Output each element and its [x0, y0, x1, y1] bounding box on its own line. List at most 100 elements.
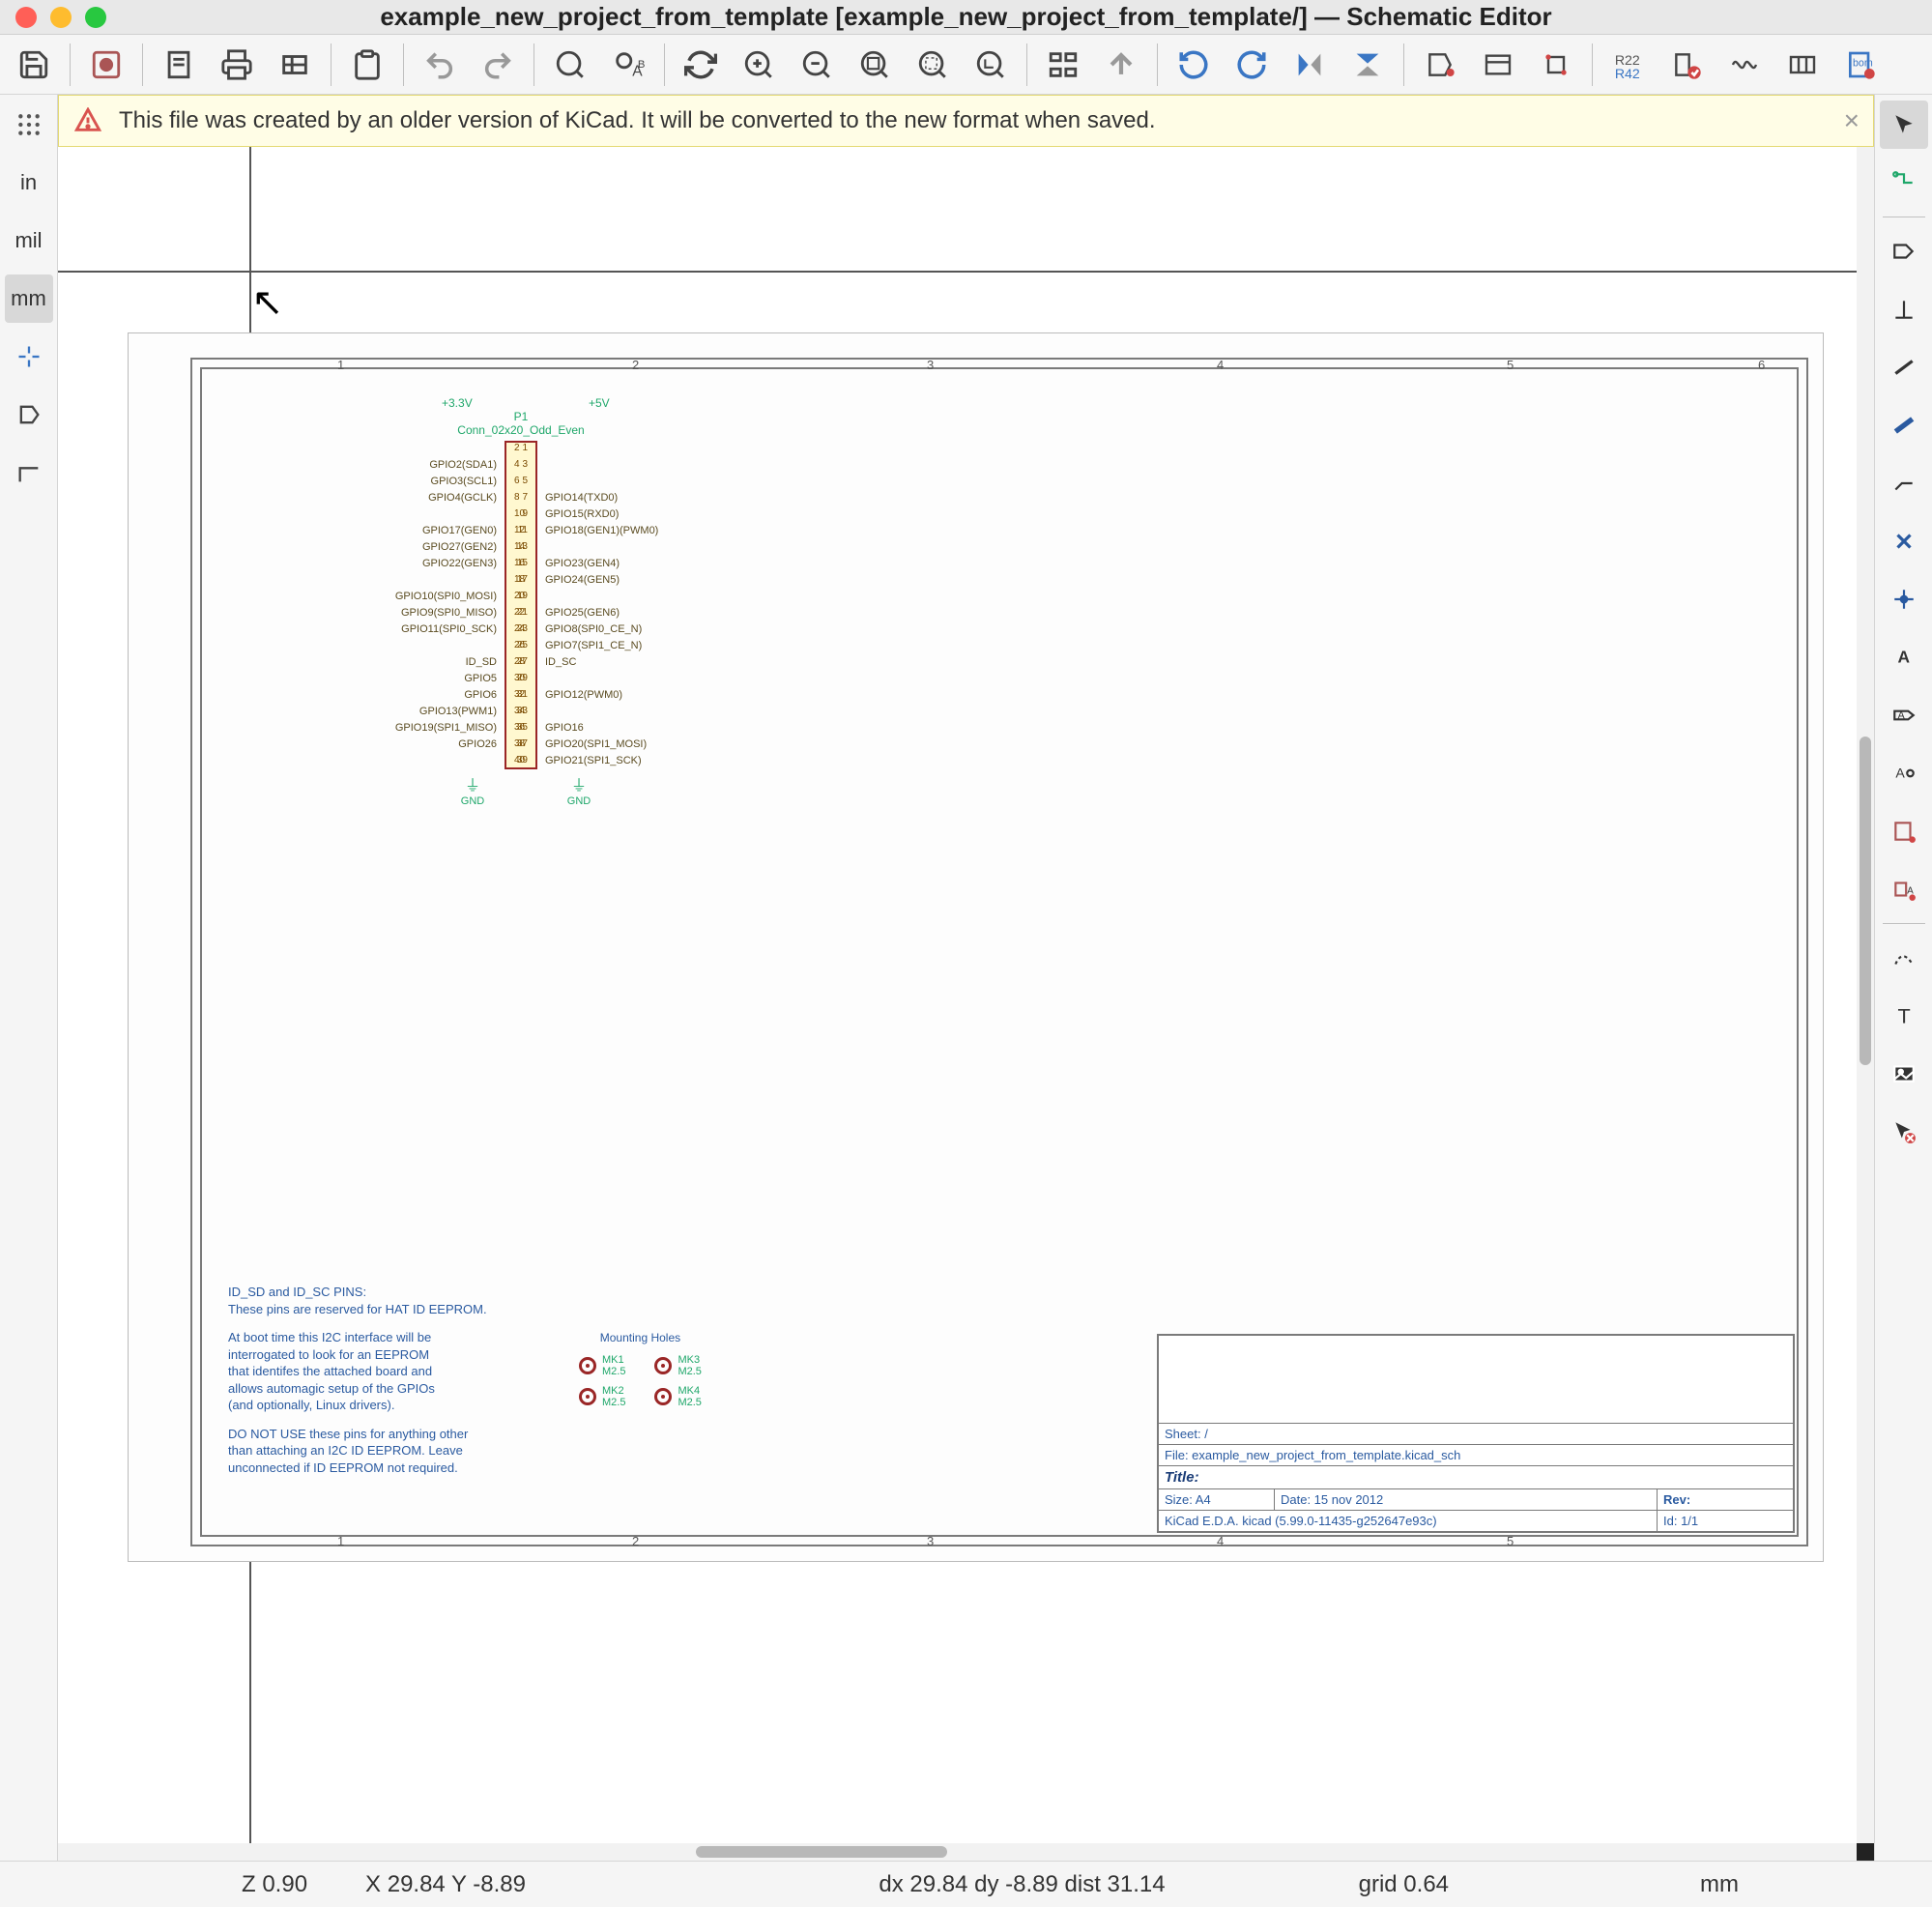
ruler-top: 6 — [1758, 358, 1765, 372]
ruler-top: 4 — [1217, 358, 1224, 372]
add-wire-button[interactable] — [1880, 343, 1928, 391]
pin-row: 3940GPIO21(SPI1_SCK) — [381, 755, 729, 771]
info-bar: This file was created by an older versio… — [58, 95, 1874, 147]
find-replace-button[interactable]: AB — [602, 41, 654, 89]
find-button[interactable] — [544, 41, 596, 89]
add-bus-entry-button[interactable] — [1880, 459, 1928, 507]
title-block: Sheet: / File: example_new_project_from_… — [1157, 1334, 1795, 1533]
footprint-editor-button[interactable] — [1530, 41, 1582, 89]
maximize-window-button[interactable] — [85, 7, 106, 28]
add-noconnect-button[interactable] — [1880, 517, 1928, 565]
add-power-button[interactable] — [1880, 285, 1928, 333]
hierarchy-navigator-button[interactable] — [1037, 41, 1089, 89]
status-grid: grid 0.64 — [1359, 1871, 1449, 1898]
toggle-cursor-button[interactable] — [5, 332, 53, 381]
pin-row: GPIO4(GCLK)78GPIO14(TXD0) — [381, 492, 729, 508]
add-text-button[interactable]: T — [1880, 992, 1928, 1040]
toggle-free-angle-button[interactable] — [5, 448, 53, 497]
units-mil-button[interactable]: mil — [5, 217, 53, 265]
ruler-top: 1 — [337, 358, 344, 372]
connector-component[interactable]: +3.3V +5V P1 Conn_02x20_Odd_Even 12GPIO2… — [308, 400, 734, 806]
mirror-horizontal-button[interactable] — [1283, 41, 1336, 89]
refresh-button[interactable] — [675, 41, 727, 89]
status-dxy: dx 29.84 dy -8.89 dist 31.14 — [879, 1871, 1165, 1898]
pin-row: 12 — [381, 443, 729, 459]
pin-row: 2526GPIO7(SPI1_CE_N) — [381, 640, 729, 656]
toggle-hidden-pins-button[interactable] — [5, 390, 53, 439]
bom-button[interactable]: bom — [1834, 41, 1887, 89]
pin-row: 910GPIO15(RXD0) — [381, 508, 729, 525]
add-hier-label-button[interactable]: A — [1880, 749, 1928, 797]
gnd-label: GND — [453, 772, 492, 807]
browse-symbols-button[interactable] — [1472, 41, 1524, 89]
ruler-top: 3 — [927, 358, 934, 372]
crosshair-h — [58, 271, 1874, 273]
pin-row: GPIO10(SPI0_MOSI)1920 — [381, 591, 729, 607]
pin-row: GPIO263738GPIO20(SPI1_MOSI) — [381, 738, 729, 755]
annotate-button[interactable]: R22R42 — [1602, 41, 1655, 89]
add-image-button[interactable] — [1880, 1050, 1928, 1098]
delete-tool-button[interactable] — [1880, 1108, 1928, 1156]
zoom-in-button[interactable] — [733, 41, 785, 89]
pin-row: 1718GPIO24(GEN5) — [381, 574, 729, 591]
cursor-icon: ↖ — [251, 280, 284, 325]
close-infobar-button[interactable]: × — [1844, 105, 1860, 136]
canvas[interactable]: ↖ 1 2 3 4 5 6 +3.3V — [58, 147, 1874, 1861]
redo-button[interactable] — [472, 41, 524, 89]
pin-row: GPIO11(SPI0_SCK)2324GPIO8(SPI0_CE_N) — [381, 623, 729, 640]
mirror-vertical-button[interactable] — [1341, 41, 1394, 89]
pin-row: GPIO13(PWM1)3334 — [381, 706, 729, 722]
connector-body: 12GPIO2(SDA1)34GPIO3(SCL1)56GPIO4(GCLK)7… — [505, 441, 537, 769]
paste-button[interactable] — [341, 41, 393, 89]
toggle-grid-button[interactable] — [5, 101, 53, 149]
rotate-ccw-button[interactable] — [1168, 41, 1220, 89]
plot-button[interactable] — [269, 41, 321, 89]
warning-icon — [74, 107, 101, 134]
select-tool-button[interactable] — [1880, 101, 1928, 149]
rotate-cw-button[interactable] — [1226, 41, 1278, 89]
import-sheet-pin-button[interactable]: A — [1880, 865, 1928, 913]
minimize-window-button[interactable] — [50, 7, 72, 28]
erc-button[interactable] — [1660, 41, 1713, 89]
gnd-label: GND — [560, 772, 598, 807]
zoom-tool-button[interactable] — [965, 41, 1017, 89]
title-bar: example_new_project_from_template [examp… — [0, 0, 1932, 35]
svg-text:A: A — [1897, 709, 1905, 721]
add-bus-button[interactable] — [1880, 401, 1928, 449]
add-label-button[interactable]: A — [1880, 633, 1928, 681]
sheet-boundary: 1 2 3 4 5 6 +3.3V +5V P1 Conn_02x20_Odd_… — [128, 332, 1824, 1562]
pin-row: GPIO2(SDA1)34 — [381, 459, 729, 476]
ruler-top: 2 — [632, 358, 639, 372]
main-toolbar: AB R22R42 bom — [0, 35, 1932, 95]
highlight-net-button[interactable] — [1880, 159, 1928, 207]
svg-text:A: A — [1895, 765, 1905, 780]
zoom-selection-button[interactable] — [907, 41, 959, 89]
print-button[interactable] — [211, 41, 263, 89]
close-window-button[interactable] — [15, 7, 37, 28]
units-in-button[interactable]: in — [5, 159, 53, 207]
status-unit: mm — [1700, 1871, 1739, 1898]
pin-row: GPIO19(SPI1_MISO)3536GPIO16 — [381, 722, 729, 738]
horizontal-scrollbar[interactable] — [58, 1843, 1857, 1861]
save-button[interactable] — [8, 41, 60, 89]
window-title: example_new_project_from_template [examp… — [380, 2, 1551, 32]
assign-footprints-button[interactable] — [1776, 41, 1829, 89]
add-global-label-button[interactable]: A — [1880, 691, 1928, 739]
sheet-notes: ID_SD and ID_SC PINS: These pins are res… — [228, 1284, 576, 1476]
add-junction-button[interactable] — [1880, 575, 1928, 623]
simulator-button[interactable] — [1718, 41, 1771, 89]
vertical-scrollbar[interactable] — [1857, 147, 1874, 1843]
add-symbol-button[interactable] — [1880, 227, 1928, 275]
zoom-out-button[interactable] — [791, 41, 843, 89]
zoom-fit-button[interactable] — [849, 41, 901, 89]
undo-button[interactable] — [414, 41, 466, 89]
add-sheet-button[interactable] — [1880, 807, 1928, 855]
units-mm-button[interactable]: mm — [5, 274, 53, 323]
leave-sheet-button[interactable] — [1095, 41, 1147, 89]
symbol-editor-button[interactable] — [1414, 41, 1466, 89]
add-line-button[interactable] — [1880, 934, 1928, 982]
mounting-holes[interactable]: Mounting Holes MK1M2.5 MK3M2.5 MK2M2.5 M… — [579, 1331, 702, 1416]
schematic-setup-button[interactable] — [80, 41, 132, 89]
pin-row: GPIO17(GEN0)1112GPIO18(GEN1)(PWM0) — [381, 525, 729, 541]
page-settings-button[interactable] — [153, 41, 205, 89]
